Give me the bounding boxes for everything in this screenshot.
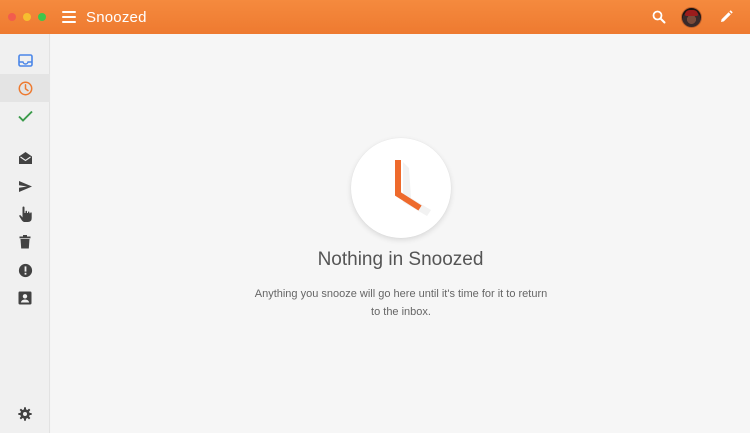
sidebar-item-snoozed[interactable] [0,74,50,102]
sidebar-item-contacts[interactable] [0,284,50,312]
trash-icon [19,235,31,249]
empty-state-clock [351,138,451,238]
open-envelope-icon [18,152,32,164]
sidebar-item-drafts[interactable] [0,144,50,172]
close-window-button[interactable] [8,13,16,21]
sidebar-item-settings[interactable] [0,400,50,428]
minimize-window-button[interactable] [23,13,31,21]
sidebar-item-spam[interactable] [0,256,50,284]
clock-icon [18,81,32,95]
main-content: Nothing in Snoozed Anything you snooze w… [51,34,750,433]
sidebar-item-reminders[interactable] [0,200,50,228]
send-icon [18,180,32,192]
sidebar-item-trash[interactable] [0,228,50,256]
clock-icon [395,160,431,216]
sidebar-item-done[interactable] [0,102,50,130]
checkmark-icon [17,110,33,122]
pointing-hand-icon [18,206,32,222]
exclamation-icon [18,263,32,277]
title-bar: Snoozed [0,0,750,34]
maximize-window-button[interactable] [38,13,46,21]
sidebar-item-sent[interactable] [0,172,50,200]
pencil-icon[interactable] [716,7,736,27]
inbox-icon [17,53,33,67]
search-icon[interactable] [649,7,669,27]
empty-state-description: Anything you snooze will go here until i… [254,288,548,318]
hamburger-menu-icon[interactable] [62,11,76,23]
page-title: Snoozed [86,8,147,26]
sidebar [0,34,50,433]
empty-state-title: Nothing in Snoozed [317,249,484,270]
contact-card-icon [18,291,32,305]
gear-icon [18,407,32,421]
window-controls [8,13,46,21]
sidebar-item-inbox[interactable] [0,46,50,74]
avatar[interactable] [681,6,702,28]
